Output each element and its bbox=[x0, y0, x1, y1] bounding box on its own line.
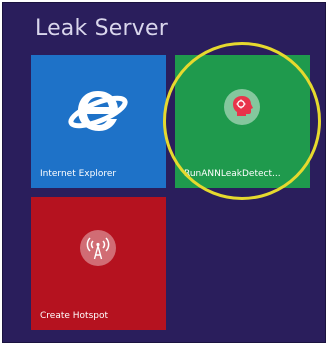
highlight-circle bbox=[163, 42, 321, 200]
start-screen-group: Leak Server Internet Explorer RunANNLeak… bbox=[2, 2, 326, 343]
tile-create-hotspot[interactable]: Create Hotspot bbox=[31, 197, 166, 330]
internet-explorer-icon bbox=[68, 81, 128, 144]
group-title: Leak Server bbox=[35, 16, 168, 41]
tile-label: Internet Explorer bbox=[40, 169, 117, 179]
tile-label: Create Hotspot bbox=[40, 311, 109, 321]
tile-internet-explorer[interactable]: Internet Explorer bbox=[31, 55, 166, 188]
broadcast-antenna-icon bbox=[80, 230, 116, 266]
